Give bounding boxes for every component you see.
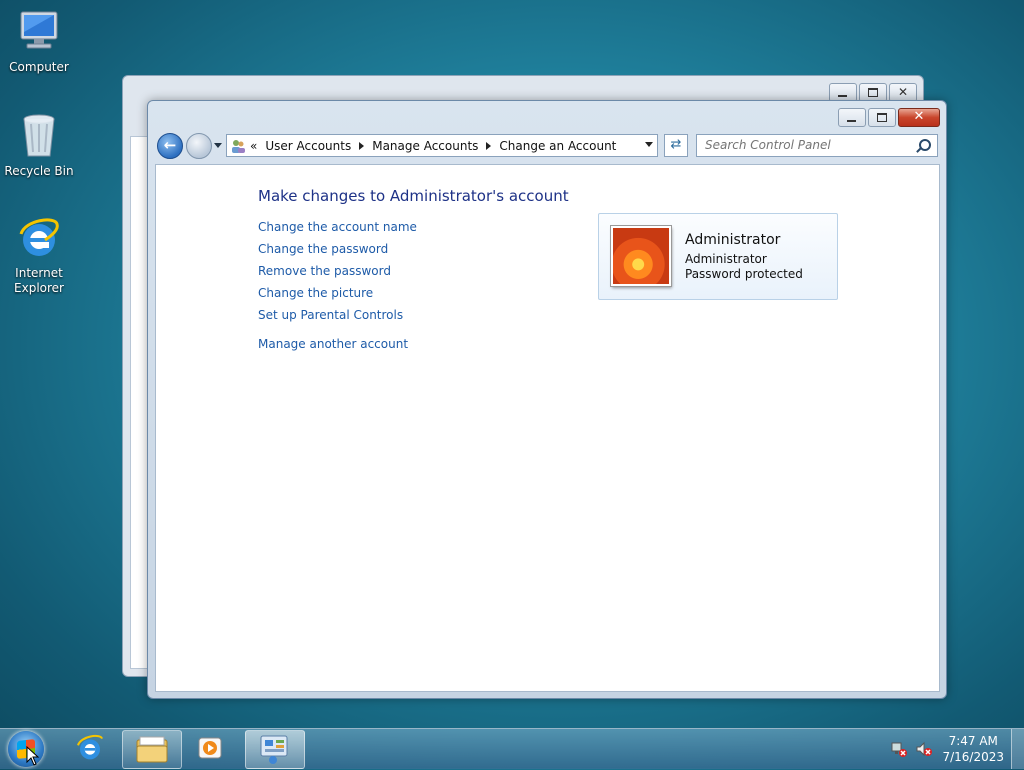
desktop-icon-computer[interactable]: Computer	[1, 8, 77, 75]
control-panel-icon	[260, 735, 288, 764]
mouse-pointer-icon	[26, 746, 40, 766]
breadcrumb-manage-accounts[interactable]: Manage Accounts	[372, 139, 478, 153]
desktop-icon-label: Recycle Bin	[4, 164, 74, 178]
computer-icon	[15, 8, 63, 56]
account-picture	[611, 226, 671, 286]
close-icon: ✕	[913, 109, 925, 124]
parental-controls-link[interactable]: Set up Parental Controls	[258, 307, 417, 329]
window-caption-buttons: ✕	[836, 108, 940, 127]
breadcrumb-overflow[interactable]: «	[250, 139, 257, 153]
account-name: Administrator	[685, 232, 781, 248]
media-player-icon	[198, 737, 222, 759]
change-account-name-link[interactable]: Change the account name	[258, 219, 417, 241]
desktop-icon-internet-explorer[interactable]: Internet Explorer	[1, 214, 77, 296]
change-picture-link[interactable]: Change the picture	[258, 285, 417, 307]
desktop-icon-label: Explorer	[14, 281, 64, 295]
control-panel-window[interactable]: ✕ ← « User Accounts Manage Accounts Chan…	[147, 100, 947, 699]
refresh-button[interactable]: ⇄	[664, 134, 688, 157]
maximize-button[interactable]	[868, 108, 896, 127]
content-pane: Make changes to Administrator's account …	[155, 164, 940, 692]
breadcrumb-user-accounts[interactable]: User Accounts	[265, 139, 351, 153]
network-icon[interactable]	[891, 741, 907, 757]
chevron-right-icon[interactable]	[359, 141, 365, 150]
clock-date: 7/16/2023	[942, 750, 1004, 764]
taskbar-media-player[interactable]	[186, 730, 236, 767]
clock-time: 7:47 AM	[948, 734, 998, 748]
back-button[interactable]: ←	[157, 133, 183, 159]
search-box[interactable]	[696, 134, 938, 157]
forward-button[interactable]	[186, 133, 212, 159]
internet-explorer-icon	[77, 734, 103, 760]
search-input[interactable]	[697, 135, 915, 154]
taskbar: 7:47 AM 7/16/2023	[0, 728, 1024, 769]
desktop-icon-label: Computer	[9, 60, 69, 74]
manage-another-account-link[interactable]: Manage another account	[258, 336, 417, 358]
desktop-icon-recycle-bin[interactable]: Recycle Bin	[1, 112, 77, 179]
internet-explorer-icon	[15, 214, 63, 262]
account-status: Password protected	[685, 267, 803, 281]
taskbar-internet-explorer[interactable]	[66, 730, 114, 767]
page-title: Make changes to Administrator's account	[258, 187, 569, 205]
close-button[interactable]: ✕	[898, 108, 940, 127]
address-bar[interactable]: « User Accounts Manage Accounts Change a…	[226, 134, 658, 157]
recent-pages-dropdown[interactable]	[214, 143, 222, 148]
task-links: Change the account name Change the passw…	[258, 219, 417, 358]
breadcrumb-change-account[interactable]: Change an Account	[499, 139, 616, 153]
minimize-button[interactable]	[838, 108, 866, 127]
refresh-icon: ⇄	[670, 137, 682, 152]
back-arrow-icon: ←	[163, 136, 177, 154]
remove-password-link[interactable]: Remove the password	[258, 263, 417, 285]
recycle-bin-icon	[15, 112, 63, 160]
desktop-icon-label: Internet	[15, 266, 63, 280]
taskbar-control-panel[interactable]	[245, 730, 305, 769]
folder-icon	[136, 736, 168, 763]
show-desktop-button[interactable]	[1011, 729, 1024, 769]
volume-muted-icon[interactable]	[916, 741, 932, 757]
account-type: Administrator	[685, 252, 767, 266]
account-card: Administrator Administrator Password pro…	[598, 213, 838, 300]
chevron-right-icon[interactable]	[486, 141, 492, 150]
change-password-link[interactable]: Change the password	[258, 241, 417, 263]
clock[interactable]: 7:47 AM 7/16/2023	[942, 733, 1004, 765]
user-accounts-icon	[230, 138, 246, 154]
taskbar-windows-explorer[interactable]	[122, 730, 182, 769]
address-dropdown-icon[interactable]	[645, 142, 653, 147]
search-icon[interactable]	[919, 139, 931, 151]
